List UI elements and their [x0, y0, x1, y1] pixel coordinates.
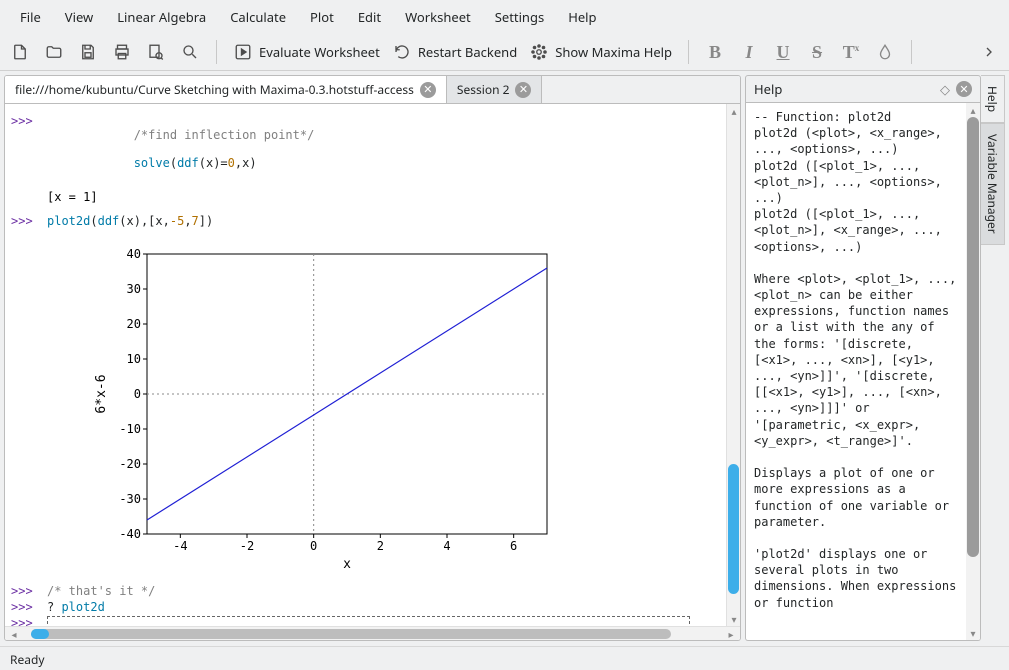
worksheet-panel: file:///home/kubuntu/Curve Sketching wit…: [4, 75, 741, 641]
menu-linear-algebra[interactable]: Linear Algebra: [105, 4, 218, 30]
maxima-help-icon: [529, 42, 549, 62]
menu-calculate[interactable]: Calculate: [218, 4, 298, 30]
code-line: solve(ddf(x)=0,x): [134, 156, 257, 170]
side-tab-variable-manager[interactable]: Variable Manager: [981, 123, 1005, 245]
scrollbar-track[interactable]: [31, 629, 671, 639]
svg-text:-30: -30: [119, 492, 141, 506]
cell-input[interactable]: >>> /* that's it */: [11, 584, 720, 598]
svg-text:-20: -20: [119, 457, 141, 471]
prompt: >>>: [11, 616, 37, 626]
tab-label: file:///home/kubuntu/Curve Sketching wit…: [15, 81, 414, 98]
code-line: ? plot2d: [47, 600, 105, 614]
code-line: plot2d(ddf(x),[x,-5,7]): [47, 214, 213, 228]
comment: /* that's it */: [47, 584, 155, 598]
svg-text:6: 6: [510, 539, 517, 553]
maxima-help-label: Show Maxima Help: [555, 43, 672, 61]
close-icon[interactable]: ✕: [956, 81, 972, 97]
cell-input[interactable]: >>> /*find inflection point*/ solve(ddf(…: [11, 114, 720, 184]
evaluate-label: Evaluate Worksheet: [259, 43, 380, 61]
svg-text:2: 2: [377, 539, 384, 553]
show-maxima-help-button[interactable]: Show Maxima Help: [529, 42, 672, 62]
tab-file[interactable]: file:///home/kubuntu/Curve Sketching wit…: [5, 76, 447, 103]
menu-worksheet[interactable]: Worksheet: [393, 4, 483, 30]
find-icon[interactable]: [180, 42, 200, 62]
cell-input[interactable]: >>> ? plot2d: [11, 600, 720, 614]
svg-text:-2: -2: [240, 539, 254, 553]
active-cell-row[interactable]: >>>: [11, 616, 720, 626]
restart-icon: [392, 42, 412, 62]
scrollbar-thumb[interactable]: [967, 117, 979, 557]
evaluate-worksheet-button[interactable]: Evaluate Worksheet: [233, 42, 380, 62]
svg-text:-10: -10: [119, 422, 141, 436]
print-icon[interactable]: [112, 42, 132, 62]
side-tabs: Help Variable Manager: [981, 75, 1005, 641]
menubar: File View Linear Algebra Calculate Plot …: [0, 0, 1009, 34]
underline-icon[interactable]: U: [773, 42, 793, 63]
open-folder-icon[interactable]: [44, 42, 64, 62]
svg-text:-4: -4: [173, 539, 187, 553]
bold-icon[interactable]: B: [705, 42, 725, 63]
toolbar: Evaluate Worksheet Restart Backend Show …: [0, 34, 1009, 71]
new-file-icon[interactable]: [10, 42, 30, 62]
svg-text:4: 4: [443, 539, 450, 553]
cell-input[interactable]: >>> plot2d(ddf(x),[x,-5,7]): [11, 214, 720, 228]
menu-settings[interactable]: Settings: [483, 4, 556, 30]
menu-plot[interactable]: Plot: [298, 4, 346, 30]
prompt: >>>: [11, 600, 37, 614]
restart-label: Restart Backend: [418, 43, 517, 61]
superscript-icon[interactable]: Tx: [841, 42, 861, 63]
side-tab-help[interactable]: Help: [981, 75, 1005, 123]
text-color-icon[interactable]: [875, 42, 895, 62]
help-scrollbar[interactable]: ▴ ▾: [966, 103, 980, 640]
ylabel: 6*x-6: [94, 374, 109, 413]
chevron-right-icon[interactable]: [979, 42, 999, 62]
help-panel-header: Help ◇ ✕: [745, 75, 981, 103]
tab-strip: file:///home/kubuntu/Curve Sketching wit…: [5, 76, 740, 104]
svg-text:10: 10: [127, 352, 141, 366]
active-input-cell[interactable]: [47, 616, 690, 626]
main-area: file:///home/kubuntu/Curve Sketching wit…: [0, 71, 1009, 645]
tab-label: Session 2: [457, 81, 510, 98]
print-preview-icon[interactable]: [146, 42, 166, 62]
worksheet-content[interactable]: >>> /*find inflection point*/ solve(ddf(…: [5, 104, 726, 626]
xlabel: x: [343, 557, 351, 572]
italic-icon[interactable]: I: [739, 42, 759, 63]
menu-file[interactable]: File: [8, 4, 53, 30]
horizontal-scrollbar[interactable]: ◂ ▸: [5, 626, 740, 640]
help-title: Help: [754, 80, 782, 98]
plot-svg: -40 -30 -20 -10 0 10 20 30 40 -4: [47, 234, 577, 574]
comment: /*find inflection point*/: [134, 128, 315, 142]
svg-text:20: 20: [127, 317, 141, 331]
scrollbar-thumb[interactable]: [728, 464, 739, 594]
svg-text:0: 0: [310, 539, 317, 553]
detach-icon[interactable]: ◇: [940, 80, 950, 98]
prompt: >>>: [11, 584, 37, 598]
close-icon[interactable]: ✕: [420, 82, 436, 98]
worksheet-body: >>> /*find inflection point*/ solve(ddf(…: [5, 104, 740, 626]
svg-text:30: 30: [127, 282, 141, 296]
play-icon: [233, 42, 253, 62]
help-panel: Help ◇ ✕ -- Function: plot2d plot2d (<pl…: [745, 75, 981, 641]
menu-edit[interactable]: Edit: [346, 4, 393, 30]
statusbar: Ready: [0, 646, 1009, 670]
restart-backend-button[interactable]: Restart Backend: [392, 42, 517, 62]
scrollbar-thumb[interactable]: [31, 629, 49, 639]
status-text: Ready: [10, 651, 44, 668]
close-icon[interactable]: ✕: [515, 82, 531, 98]
prompt: >>>: [11, 214, 37, 228]
svg-text:-40: -40: [119, 527, 141, 541]
prompt: >>>: [11, 114, 37, 184]
help-body[interactable]: -- Function: plot2d plot2d (<plot>, <x_r…: [746, 103, 966, 640]
menu-help[interactable]: Help: [556, 4, 608, 30]
svg-text:0: 0: [134, 387, 141, 401]
strikethrough-icon[interactable]: S: [807, 42, 827, 63]
svg-text:40: 40: [127, 247, 141, 261]
plot-output: -40 -30 -20 -10 0 10 20 30 40 -4: [47, 234, 577, 574]
vertical-scrollbar[interactable]: ▴ ▾: [726, 104, 740, 626]
cell-output: [x = 1]: [47, 190, 720, 204]
tab-session-2[interactable]: Session 2 ✕: [447, 76, 543, 103]
menu-view[interactable]: View: [53, 4, 105, 30]
save-icon[interactable]: [78, 42, 98, 62]
